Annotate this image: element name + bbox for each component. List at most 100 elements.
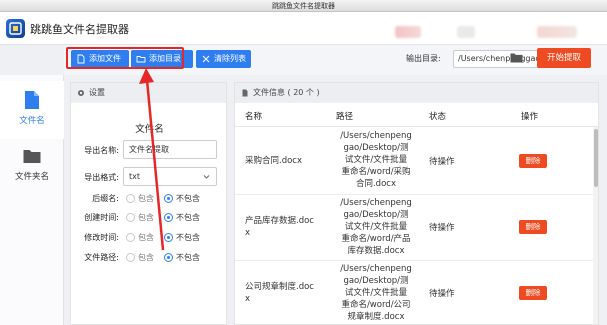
file-path-line: gao/Desktop/测 (343, 276, 409, 286)
radio-label: 包含 (138, 194, 154, 203)
suffix-option-group: 包含 不包含 (126, 193, 226, 205)
left-navigation: 文件名 文件夹名 (0, 75, 64, 325)
window-title: 跳跳鱼文件名提取器 (272, 2, 335, 10)
table-header: 名称 路径 状态 操作 (235, 103, 598, 127)
toolbar: 添加文件 添加目录 清除列表 输出目录: /Users/chenpenggao/… (64, 45, 607, 75)
created-time-exclude-radio[interactable]: 不包含 (164, 212, 200, 224)
suffix-exclude-radio[interactable]: 不包含 (164, 193, 200, 205)
column-name: 名称 (245, 112, 263, 122)
start-extract-button[interactable]: 开始提取 (537, 48, 591, 68)
file-path-cell: /Users/chenpeng gao/Desktop/测 试文件/文件批量 重… (336, 130, 416, 190)
radio-label: 包含 (138, 253, 154, 262)
add-directory-label: 添加目录 (149, 54, 181, 63)
file-path-cell: /Users/chenpeng gao/Desktop/测 试文件/文件批量 重… (336, 263, 416, 323)
delete-button[interactable]: 删除 (519, 286, 547, 300)
nav-item-foldername[interactable]: 文件夹名 (0, 137, 64, 195)
file-path-line: 试文件/文件批量 (344, 222, 408, 232)
column-action: 操作 (521, 112, 539, 122)
file-path-line: /Users/chenpeng (340, 131, 412, 141)
suffix-include-radio[interactable]: 包含 (126, 193, 154, 205)
export-name-label: 导出名称: (84, 146, 119, 155)
created-time-include-radio[interactable]: 包含 (126, 212, 154, 224)
status-cell: 待操作 (429, 223, 455, 233)
file-name-line: x (245, 228, 251, 238)
file-path-line: /Users/chenpeng (340, 264, 412, 274)
clear-icon (202, 55, 210, 63)
settings-title: 文件名 (135, 124, 164, 135)
file-info-panel: 文件信息 ( 20 个 ) 名称 路径 状态 操作 采购合同.docx /Use… (234, 82, 599, 325)
blurred-header-element (457, 26, 475, 38)
blurred-header-element (395, 26, 421, 38)
file-path-line: 试文件/文件批量 (344, 288, 408, 298)
scrollbar-thumb[interactable] (594, 129, 598, 187)
file-info-header: 文件信息 ( 20 个 ) (235, 83, 598, 103)
delete-button[interactable]: 删除 (519, 154, 547, 168)
file-path-cell: /Users/chenpeng gao/Desktop/测 试文件/文件批量 重… (336, 197, 416, 257)
clear-list-label: 清除列表 (214, 54, 246, 63)
folder-icon (136, 56, 146, 63)
file-icon (25, 91, 39, 109)
delete-button[interactable]: 删除 (519, 220, 547, 234)
modified-time-option-group: 包含 不包含 (126, 232, 226, 244)
document-icon (242, 89, 248, 97)
table-row: 公司规章制度.doc x /Users/chenpeng gao/Desktop… (235, 261, 593, 324)
add-file-label: 添加文件 (89, 54, 121, 63)
file-path-include-radio[interactable]: 包含 (126, 252, 154, 264)
folder-icon (23, 150, 41, 163)
file-name-line: x (245, 294, 251, 304)
radio-label: 不包含 (176, 213, 200, 222)
file-info-header-label: 文件信息 ( 20 个 ) (253, 88, 320, 97)
column-path: 路径 (336, 112, 354, 122)
settings-header-label: 设置 (89, 88, 105, 97)
file-path-option-label: 文件路径: (84, 253, 119, 262)
settings-header: 设置 (71, 83, 226, 103)
file-path-line: 合同.docx (355, 179, 396, 189)
file-path-line: 试文件/文件批量 (344, 155, 408, 165)
file-icon (77, 54, 85, 64)
add-directory-button[interactable]: 添加目录 (131, 50, 193, 68)
chevron-down-icon (203, 175, 210, 179)
file-name-cell: 采购合同.docx (245, 155, 330, 167)
browse-folder-icon[interactable] (510, 52, 523, 63)
radio-label: 包含 (138, 233, 154, 242)
file-path-line: gao/Desktop/测 (343, 210, 409, 220)
table-scrollbar[interactable] (593, 127, 598, 324)
status-cell: 待操作 (429, 157, 455, 167)
gear-icon (78, 90, 84, 96)
file-path-line: 重命名/word/公司 (341, 300, 411, 310)
export-format-value: txt (129, 172, 141, 181)
clear-list-button[interactable]: 清除列表 (196, 50, 251, 68)
created-time-option-label: 创建时间: (84, 213, 119, 222)
file-name-cell: 产品库存数据.doc x (245, 215, 330, 239)
app-header: 跳跳鱼文件名提取器 (0, 12, 607, 45)
file-path-line: 库存数据.docx (347, 246, 405, 256)
output-directory-label: 输出目录: (406, 54, 441, 63)
file-path-line: 重命名/word/采购 (341, 167, 411, 177)
file-path-option-group: 包含 不包含 (126, 252, 226, 264)
table-row: 采购合同.docx /Users/chenpeng gao/Desktop/测 … (235, 127, 593, 195)
modified-time-option-label: 修改时间: (84, 233, 119, 242)
file-path-line: gao/Desktop/测 (343, 143, 409, 153)
export-name-input[interactable]: 文件名提取 (123, 140, 217, 159)
modified-time-exclude-radio[interactable]: 不包含 (164, 232, 200, 244)
blurred-header-element (537, 26, 577, 38)
radio-label: 不包含 (176, 233, 200, 242)
table-row: 产品库存数据.doc x /Users/chenpeng gao/Desktop… (235, 195, 593, 261)
file-path-exclude-radio[interactable]: 不包含 (164, 252, 200, 264)
status-cell: 待操作 (429, 289, 455, 299)
file-name-line: 产品库存数据.doc (245, 216, 314, 226)
file-name-line: 公司规章制度.doc (245, 282, 314, 292)
settings-panel: 设置 文件名 导出名称: 文件名提取 导出格式: txt 后缀名: 包含 不包含… (70, 82, 227, 325)
radio-label: 不包含 (176, 253, 200, 262)
nav-item-label: 文件夹名 (14, 172, 49, 182)
created-time-option-group: 包含 不包含 (126, 212, 226, 224)
add-file-button[interactable]: 添加文件 (71, 50, 129, 68)
radio-label: 不包含 (176, 194, 200, 203)
radio-label: 包含 (138, 213, 154, 222)
export-format-select[interactable]: txt (123, 167, 217, 186)
column-status: 状态 (429, 112, 447, 122)
nav-item-filename[interactable]: 文件名 (0, 81, 64, 139)
nav-item-label: 文件名 (19, 116, 45, 126)
file-name-cell: 公司规章制度.doc x (245, 281, 330, 305)
modified-time-include-radio[interactable]: 包含 (126, 232, 154, 244)
